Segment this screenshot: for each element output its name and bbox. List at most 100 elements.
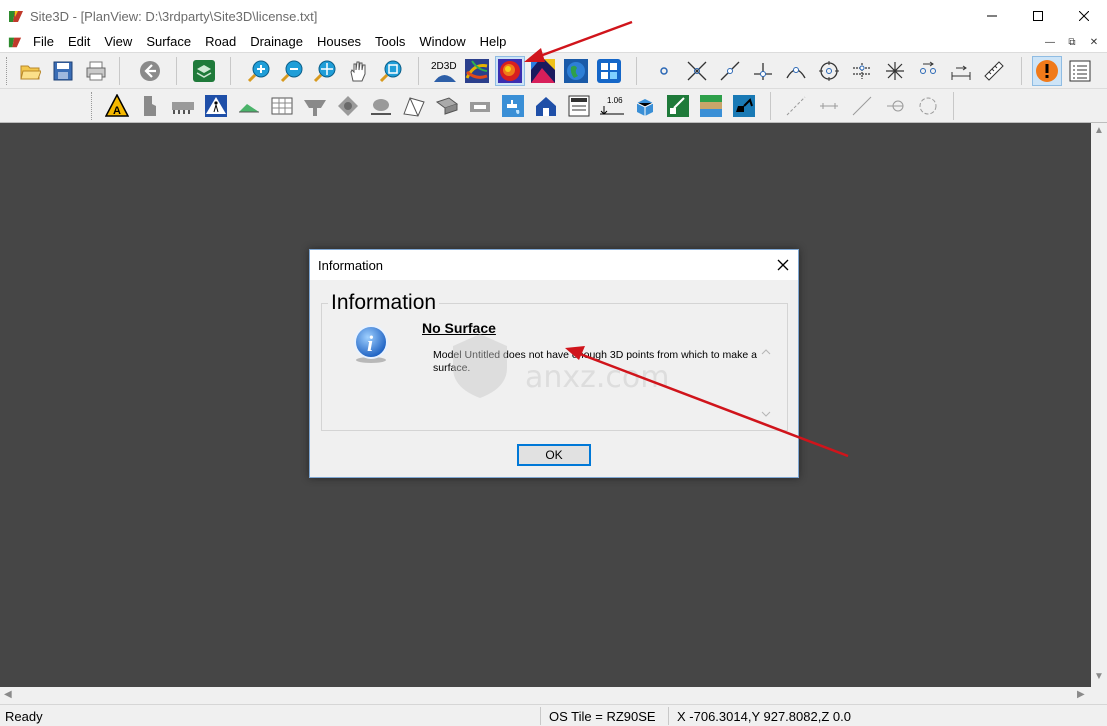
menu-help[interactable]: Help [473, 32, 514, 52]
menu-view[interactable]: View [97, 32, 139, 52]
menu-road[interactable]: Road [198, 32, 243, 52]
culvert-button[interactable] [466, 92, 494, 120]
back-button[interactable] [136, 57, 164, 85]
draw-line-button[interactable] [782, 92, 810, 120]
manhole-button[interactable] [334, 92, 362, 120]
circle-tool-button[interactable] [914, 92, 942, 120]
menu-tools[interactable]: Tools [368, 32, 412, 52]
scroll-right-icon[interactable]: ▶ [1077, 689, 1085, 700]
globe-button[interactable] [562, 57, 590, 85]
mdi-minimize-button[interactable]: — [1041, 34, 1059, 50]
dimension-button[interactable] [815, 92, 843, 120]
svg-text:i: i [367, 331, 374, 356]
dialog-close-button[interactable] [774, 256, 792, 274]
polyline-button[interactable] [848, 92, 876, 120]
excavator-button[interactable] [730, 92, 758, 120]
print-button[interactable] [82, 57, 110, 85]
pedestrian-crossing-icon [205, 95, 227, 117]
mdi-close-button[interactable]: ✕ [1085, 34, 1103, 50]
road-warning-button[interactable]: A [103, 92, 131, 120]
move-point-button[interactable] [914, 57, 942, 85]
menu-file[interactable]: File [26, 32, 61, 52]
offset-icon [853, 63, 871, 79]
slab-button[interactable] [433, 92, 461, 120]
star-button[interactable] [881, 57, 909, 85]
kerb-button[interactable] [136, 92, 164, 120]
grid-points-button[interactable] [595, 57, 623, 85]
perpendicular-button[interactable] [749, 57, 777, 85]
surface-plot-button[interactable] [529, 57, 557, 85]
scroll-down-icon[interactable]: ▼ [1094, 671, 1104, 682]
window-title: Site3D - [PlanView: D:\3rdparty\Site3D\l… [30, 8, 318, 24]
report-button[interactable] [1066, 57, 1094, 85]
zoom-out-icon [280, 60, 303, 83]
arc-button[interactable] [782, 57, 810, 85]
verge-button[interactable] [235, 92, 263, 120]
toolbar-separator [176, 57, 177, 85]
pan-button[interactable] [344, 57, 372, 85]
point-button[interactable] [650, 57, 678, 85]
menu-window[interactable]: Window [412, 32, 472, 52]
wall-button[interactable] [400, 92, 428, 120]
line-point-icon [720, 61, 740, 81]
crossing-button[interactable] [202, 92, 230, 120]
gully-icon [371, 99, 391, 115]
menu-surface[interactable]: Surface [139, 32, 198, 52]
maximize-icon [1033, 11, 1043, 21]
circle-target-icon [819, 61, 839, 81]
dialog-title: Information [318, 258, 384, 273]
menu-houses[interactable]: Houses [310, 32, 368, 52]
close-window-button[interactable] [1061, 0, 1107, 32]
layers-button[interactable] [190, 57, 218, 85]
zoom-extents-button[interactable] [311, 57, 339, 85]
mdi-restore-button[interactable]: ⧉ [1063, 34, 1081, 50]
zoom-in-icon [247, 60, 270, 83]
circle-target-button[interactable] [815, 57, 843, 85]
open-button[interactable] [16, 57, 44, 85]
circle-tool-icon [919, 97, 937, 115]
offset-button[interactable] [848, 57, 876, 85]
vertical-scrollbar[interactable]: ▲ ▼ [1091, 123, 1107, 687]
maximize-button[interactable] [1015, 0, 1061, 32]
manhole-icon [338, 96, 358, 116]
dig-button[interactable] [664, 92, 692, 120]
measure-button[interactable] [947, 57, 975, 85]
intersection-button[interactable] [683, 57, 711, 85]
strata-button[interactable] [697, 92, 725, 120]
excavator-icon [733, 95, 755, 117]
scroll-left-icon[interactable]: ◀ [4, 689, 12, 700]
contour-surface-button[interactable] [463, 57, 491, 85]
toolbar-grip[interactable] [91, 92, 94, 120]
menu-drainage[interactable]: Drainage [243, 32, 310, 52]
close-icon [1079, 11, 1089, 21]
line-point-button[interactable] [716, 57, 744, 85]
box-button[interactable] [631, 92, 659, 120]
zoom-in-button[interactable] [245, 57, 273, 85]
warning-button[interactable] [1032, 56, 1062, 86]
menu-edit[interactable]: Edit [61, 32, 97, 52]
gully-button[interactable] [367, 92, 395, 120]
ruler-button[interactable] [980, 57, 1008, 85]
zoom-out-button[interactable] [278, 57, 306, 85]
bridge-button[interactable] [169, 92, 197, 120]
colour-surface-button[interactable] [495, 56, 525, 86]
save-button[interactable] [49, 57, 77, 85]
cross-section-button[interactable] [301, 92, 329, 120]
table-button[interactable] [268, 92, 296, 120]
scroll-up-icon[interactable]: ▲ [1094, 125, 1104, 136]
message-scrollbar[interactable] [760, 346, 772, 420]
minimize-button[interactable] [969, 0, 1015, 32]
2d3d-button[interactable]: 2D3D [430, 57, 458, 85]
schedule-button[interactable] [565, 92, 593, 120]
zoom-window-button[interactable] [377, 57, 405, 85]
toolbar-separator [1021, 57, 1022, 85]
water-button[interactable] [499, 92, 527, 120]
house-button[interactable] [532, 92, 560, 120]
arc-tool-button[interactable] [881, 92, 909, 120]
ruler-icon [984, 61, 1004, 81]
toolbar-grip[interactable] [6, 57, 9, 85]
level-button[interactable]: 1.06 [598, 92, 626, 120]
toolbar-separator [418, 57, 419, 85]
ok-button[interactable]: OK [517, 444, 591, 466]
horizontal-scrollbar[interactable]: ◀ ▶ [0, 687, 1107, 704]
